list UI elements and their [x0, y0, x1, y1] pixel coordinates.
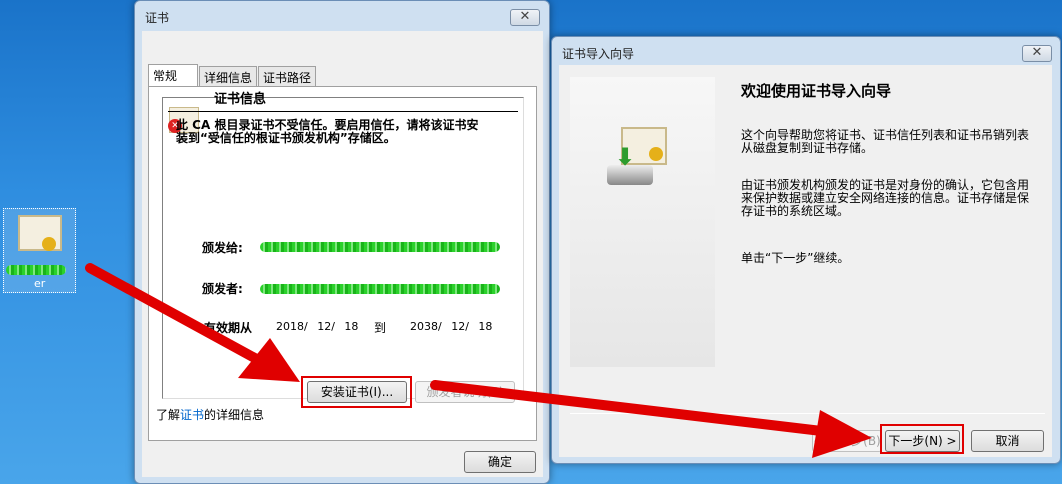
annotation-arrows: [85, 263, 872, 458]
arrow-to-install: [85, 263, 300, 382]
arrow-to-next: [430, 380, 872, 458]
